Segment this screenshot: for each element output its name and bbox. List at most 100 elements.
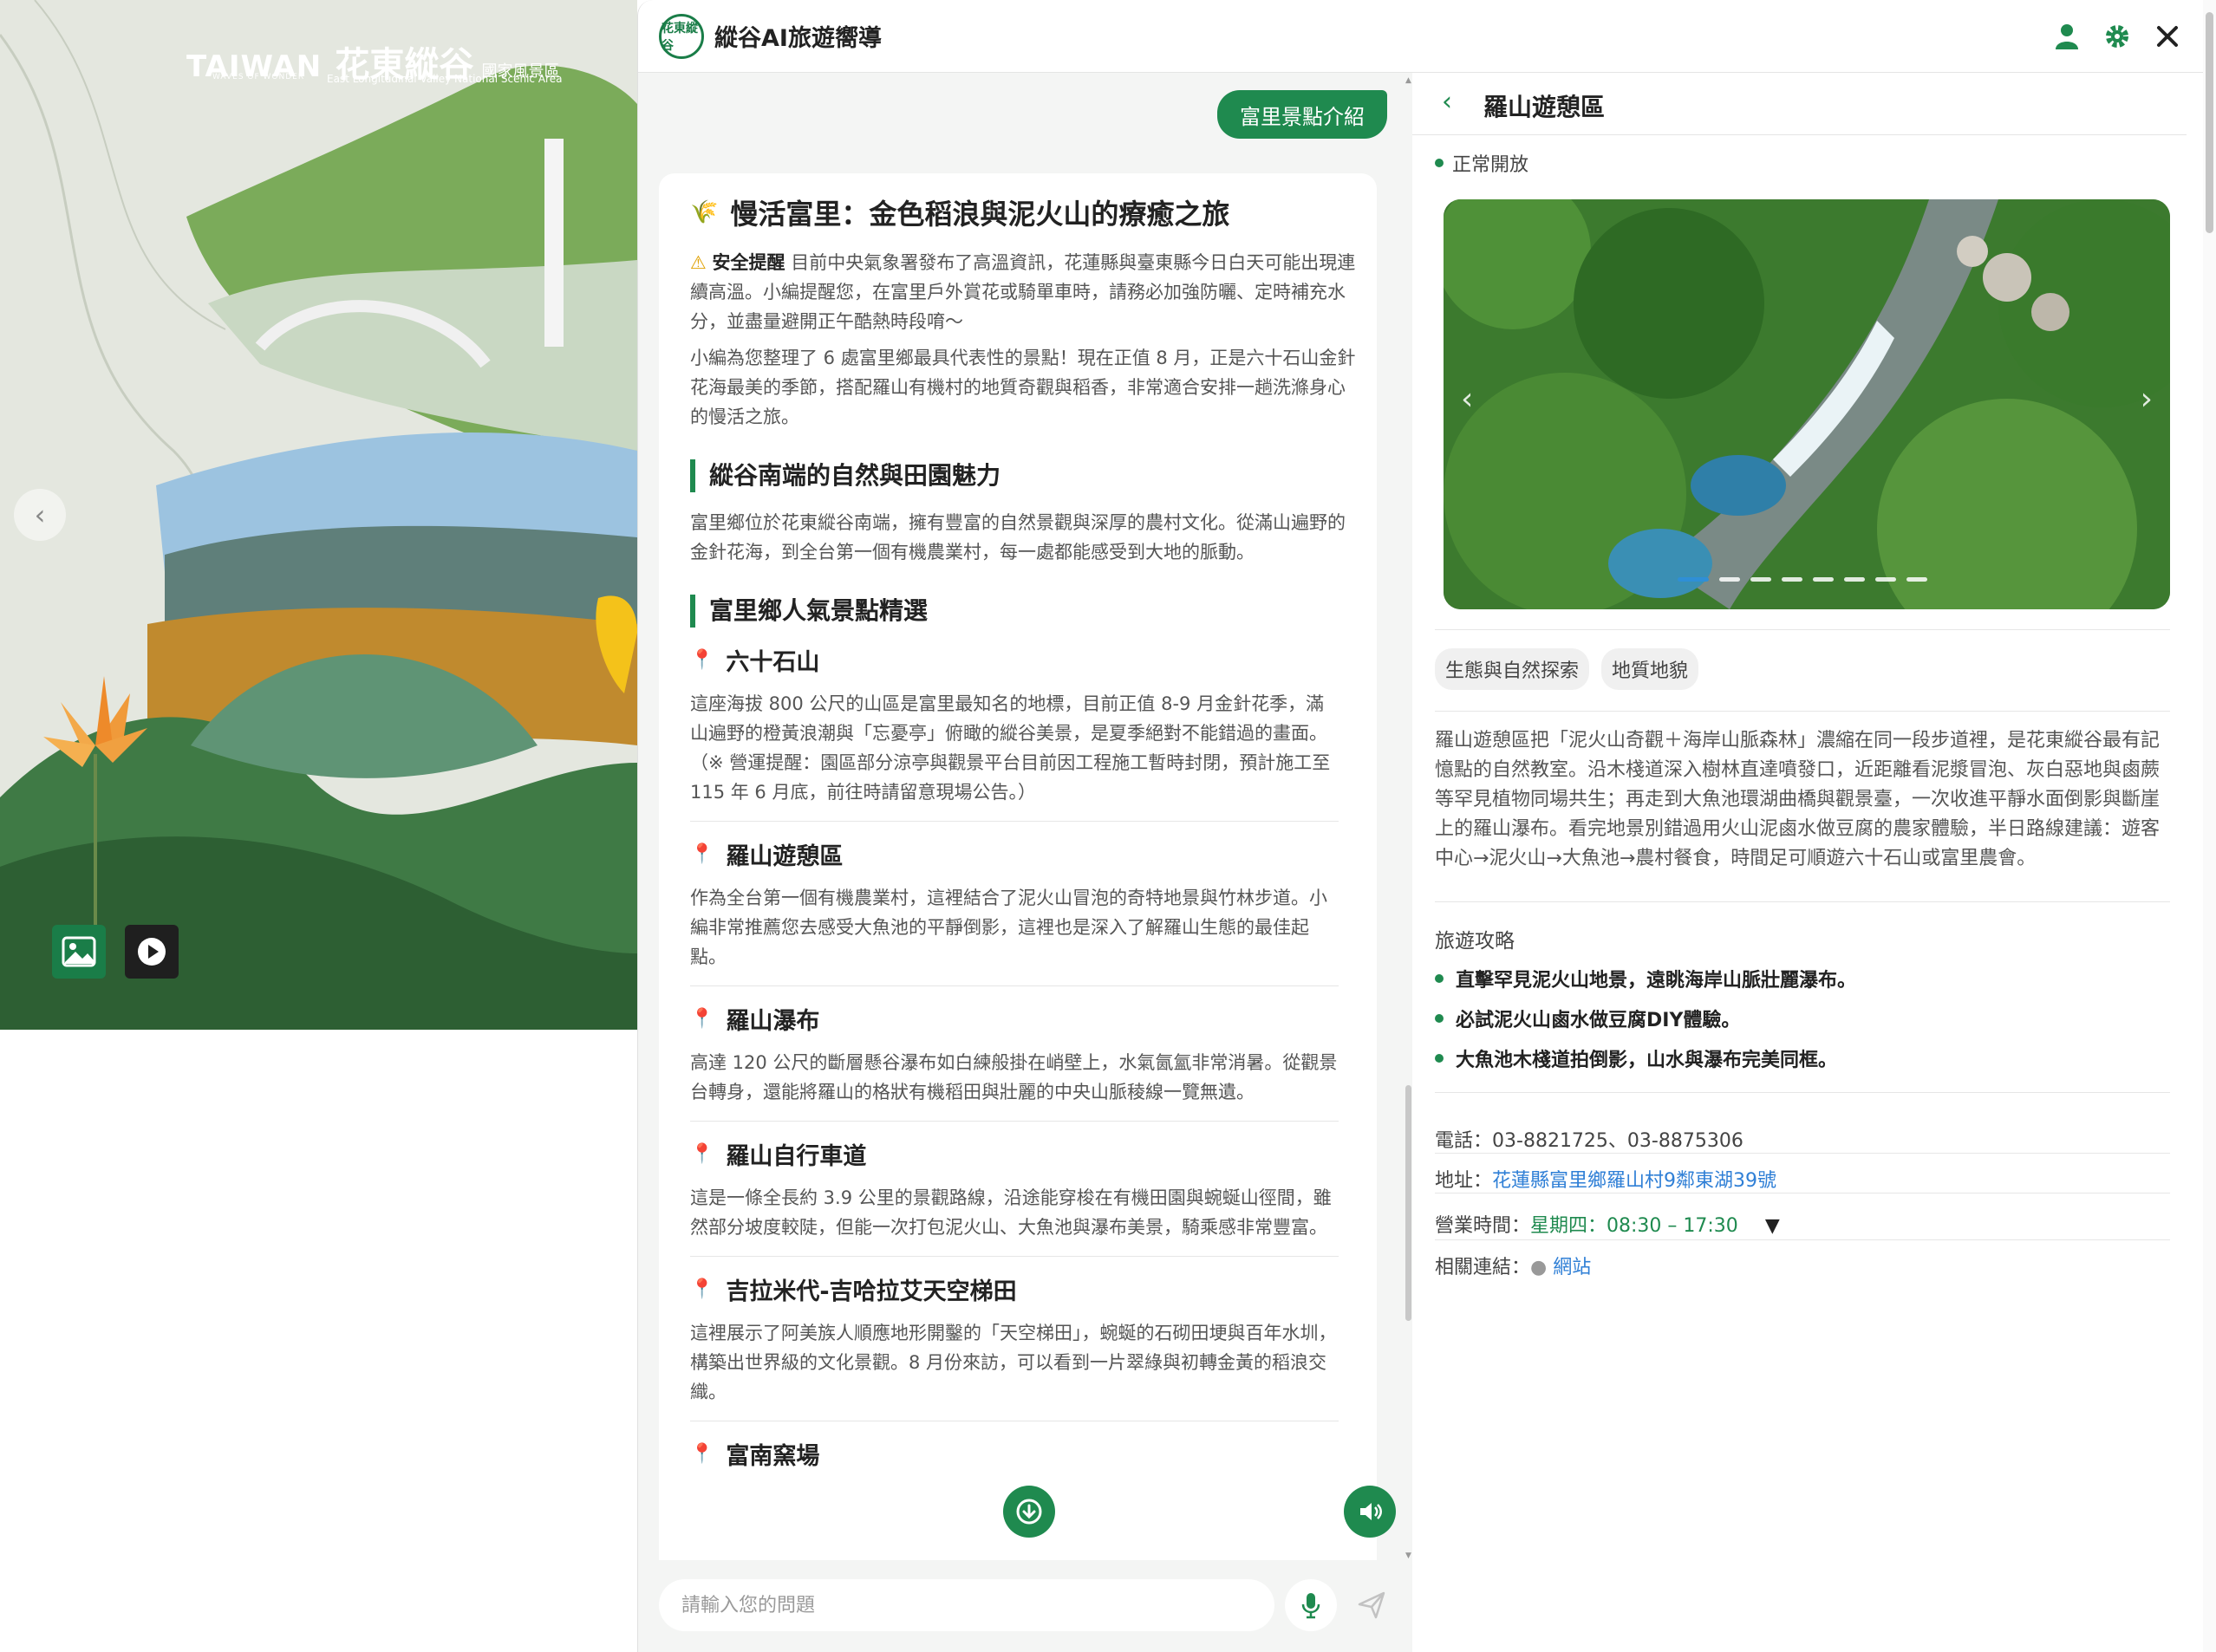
warning-icon: ⚠ [690,252,707,273]
divider [1435,711,2170,712]
carousel-dot[interactable] [1813,577,1834,582]
settings-button[interactable] [2102,21,2133,52]
hours-value: 星期四：08:30 – 17:30 [1530,1215,1738,1237]
hero-banner: TAIWAN 花東縱谷 國家風景區 WAVES OF WONDER East L… [0,0,637,1030]
status-dot-icon [1435,159,1444,167]
tip-text: 直擊罕見泥火山地景，遠眺海岸山脈壯麗瀑布。 [1456,970,1857,992]
hours-dropdown-toggle[interactable]: ▼ [1765,1215,1780,1237]
bullet-icon [1435,1014,1444,1023]
divider [1435,1092,2170,1093]
divider [1435,1239,2170,1240]
carousel-dot[interactable] [1678,577,1709,582]
divider [1435,1153,2170,1154]
chat-area[interactable]: 富里景點介紹 🌾 慢活富里：金色稻浪與泥火山的療癒之旅 ⚠ 安全提醒 目前中央氣… [638,73,1412,1577]
hero-logo: TAIWAN 花東縱谷 國家風景區 WAVES OF WONDER East L… [186,36,563,87]
spot-item[interactable]: 📍 六十石山 這座海拔 800 公尺的山區是富里最知名的地標，目前正值 8-9 月… [690,643,1339,822]
spot-item[interactable]: 📍 羅山遊憩區 作為全台第一個有機農業村，這裡結合了泥火山冒泡的奇特地景與竹林步道… [690,837,1339,986]
phone-label: 電話： [1435,1130,1493,1152]
spot-detail-panel: ‹ 羅山遊憩區 正常開放 ‹ › 生態與自然探索 地質地貌 羅山遊憩區把「泥火山… [1412,73,2203,1652]
scroll-down-arrow[interactable]: ▼ [1405,1551,1412,1560]
close-icon [2157,26,2178,47]
website-link[interactable]: 網站 [1553,1257,1591,1278]
spot-name: 吉拉米代-吉哈拉艾天空梯田 [726,1278,1017,1305]
reply-title-row: 🌾 慢活富里：金色稻浪與泥火山的療癒之旅 [690,192,1358,232]
voice-input-button[interactable] [1285,1579,1337,1631]
chevron-left-icon: ‹ [34,498,46,531]
tip-item: 直擊罕見泥火山地景，遠眺海岸山脈壯麗瀑布。 [1435,959,1856,998]
safety-warning: ⚠ 安全提醒 目前中央氣象署發布了高溫資訊，花蓮縣與臺東縣今日白天可能出現連續高… [690,248,1358,336]
carousel-dot[interactable] [1844,577,1865,582]
tag-chip[interactable]: 生態與自然探索 [1435,648,1590,690]
tip-item: 必試泥火山鹵水做豆腐DIY體驗。 [1435,998,1856,1038]
reply-title: 慢活富里：金色稻浪與泥火山的療癒之旅 [730,198,1230,231]
carousel-dot[interactable] [1782,577,1802,582]
send-icon [1358,1591,1385,1619]
address-label: 地址： [1435,1170,1493,1192]
close-button[interactable] [2152,21,2183,52]
spot-text: 作為全台第一個有機農業村，這裡結合了泥火山冒泡的奇特地景與竹林步道。小編非常推薦… [690,888,1327,967]
play-video-button[interactable] [125,925,179,979]
read-aloud-button[interactable] [1344,1486,1396,1538]
spot-item[interactable]: 📍 羅山瀑布 高達 120 公尺的斷層懸谷瀑布如白練般掛在峭壁上，水氣氤氳非常消暑… [690,1002,1339,1122]
spot-text: 這是一條全長約 3.9 公里的景觀路線，沿途能穿梭在有機田園與蜿蜒山徑間，雖然部… [690,1187,1332,1238]
spot-name: 六十石山 [726,649,820,676]
spot-description: 羅山遊憩區把「泥火山奇觀＋海岸山脈森林」濃縮在同一段步道裡，是花東縱谷最有記憶點… [1435,730,2161,869]
bullet-icon [1435,1054,1444,1063]
status-text: 正常開放 [1452,154,1529,176]
page-scrollbar[interactable] [2203,0,2216,1652]
carousel-next-button[interactable]: › [2141,381,2153,417]
carousel-dot[interactable] [1906,577,1927,582]
image-gallery-button[interactable] [52,925,106,979]
photo-carousel[interactable]: ‹ › [1444,199,2170,609]
app-title: 縱谷AI旅遊嚮導 [714,25,882,52]
spot-name: 羅山瀑布 [726,1008,820,1035]
chat-scrollbar-thumb[interactable] [1405,1085,1411,1321]
map-pin-icon: 📍 [690,843,714,865]
carousel-dot[interactable] [1750,577,1771,582]
carousel-dot[interactable] [1719,577,1740,582]
tips-title: 旅遊攻略 [1435,930,1515,953]
carousel-prev-button[interactable]: ‹ [1461,381,1473,417]
spot-item[interactable]: 📍 吉拉米代-吉哈拉艾天空梯田 這裡展示了阿美族人順應地形開鑿的「天空梯田」，蜿蜒… [690,1272,1339,1421]
chevron-right-icon: › [2140,381,2153,417]
section-text: 富里鄉位於花東縱谷南端，擁有豐富的自然景觀與深厚的農村文化。從滿山遍野的金針花海… [690,512,1346,563]
category-tags: 生態與自然探索 地質地貌 [1435,648,1699,690]
spot-item[interactable]: 📍 富南窯場 [690,1437,1339,1497]
user-message-bubble: 富里景點介紹 [1217,90,1387,139]
divider [1435,901,2170,902]
hero-artwork [0,0,637,1030]
spot-text: 高達 120 公尺的斷層懸谷瀑布如白練般掛在峭壁上，水氣氤氳非常消暑。從觀景台轉… [690,1052,1338,1102]
tip-text: 必試泥火山鹵水做豆腐DIY體驗。 [1456,1010,1741,1031]
open-status: 正常開放 [1435,149,1528,177]
chat-scrollbar[interactable]: ▲ ▼ [1405,73,1412,1577]
detail-title: 羅山遊憩區 [1483,93,1606,121]
detail-header: ‹ 羅山遊憩區 [1412,73,2187,135]
scroll-to-bottom-button[interactable] [1003,1486,1055,1538]
scroll-up-arrow[interactable]: ▲ [1405,76,1412,85]
address-link[interactable]: 花蓮縣富里鄉羅山村9鄰東湖39號 [1492,1170,1776,1192]
hero-tagline: WAVES OF WONDER [212,73,305,81]
tag-chip[interactable]: 地質地貌 [1601,648,1699,690]
user-button[interactable] [2051,21,2082,52]
spot-name: 羅山遊憩區 [726,843,844,870]
back-button[interactable]: ‹ [1442,87,1452,117]
tips-list: 直擊罕見泥火山地景，遠眺海岸山脈壯麗瀑布。 必試泥火山鹵水做豆腐DIY體驗。 大… [1435,959,1856,1078]
carousel-dot[interactable] [1875,577,1896,582]
page-scrollbar-thumb[interactable] [2206,12,2213,233]
send-button[interactable] [1349,1583,1394,1628]
hours-row: 營業時間：星期四：08:30 – 17:30 ▼ [1435,1210,1780,1238]
map-pin-icon: 📍 [690,1143,714,1165]
hours-label: 營業時間： [1435,1215,1531,1237]
hero-prev-button[interactable]: ‹ [14,489,66,541]
spot-item[interactable]: 📍 羅山自行車道 這是一條全長約 3.9 公里的景觀路線，沿途能穿梭在有機田園與蜿… [690,1137,1339,1257]
reply-intro: 小編為您整理了 6 處富里鄉最具代表性的景點！現在正值 8 月，正是六十石山金針… [690,348,1356,427]
question-input[interactable] [659,1579,1274,1631]
map-pin-icon: 📍 [690,1278,714,1300]
hero-subtitle: East Longitudinal Valley National Scenic… [327,73,563,85]
assistant-reply-card: 🌾 慢活富里：金色稻浪與泥火山的療癒之旅 ⚠ 安全提醒 目前中央氣象署發布了高溫… [659,173,1377,1577]
bullet-icon [1435,974,1444,983]
links-row: 相關連結：● 網站 [1435,1252,1591,1279]
phone-row: 電話：03-8821725、03-8875306 [1435,1125,1743,1153]
speaker-icon [1360,1503,1382,1520]
chevron-left-icon: ‹ [1461,381,1474,417]
